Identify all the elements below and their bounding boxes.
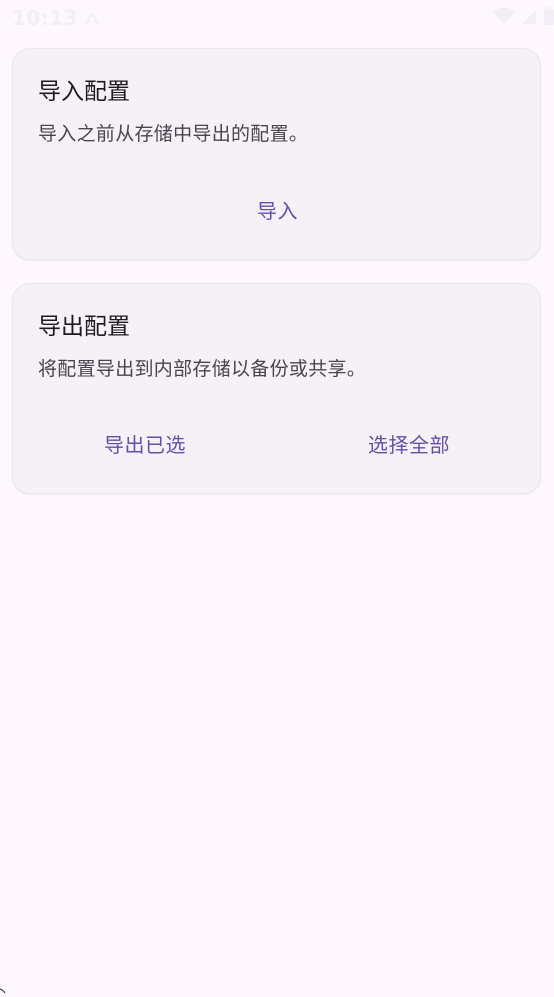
wifi-icon	[492, 6, 516, 30]
import-config-title: 导入配置	[38, 79, 130, 105]
export-config-title: 导出配置	[38, 314, 130, 340]
status-time: 10:13	[12, 6, 79, 30]
import-config-card: 导入配置 导入之前从存储中导出的配置。 导入	[12, 48, 541, 260]
corner-mark	[0, 978, 6, 994]
signal-icon	[520, 6, 538, 30]
battery-icon	[542, 6, 554, 30]
export-config-description: 将配置导出到内部存储以备份或共享。	[38, 358, 367, 380]
status-icons	[492, 6, 554, 30]
import-button[interactable]: 导入	[13, 197, 542, 225]
select-all-button[interactable]: 选择全部	[277, 431, 541, 459]
import-config-description: 导入之前从存储中导出的配置。	[38, 123, 309, 145]
export-selected-button[interactable]: 导出已选	[13, 431, 277, 459]
status-bar: 10:13	[0, 0, 554, 38]
notification-icon	[82, 9, 102, 27]
export-config-card: 导出配置 将配置导出到内部存储以备份或共享。 导出已选 选择全部	[12, 283, 541, 494]
